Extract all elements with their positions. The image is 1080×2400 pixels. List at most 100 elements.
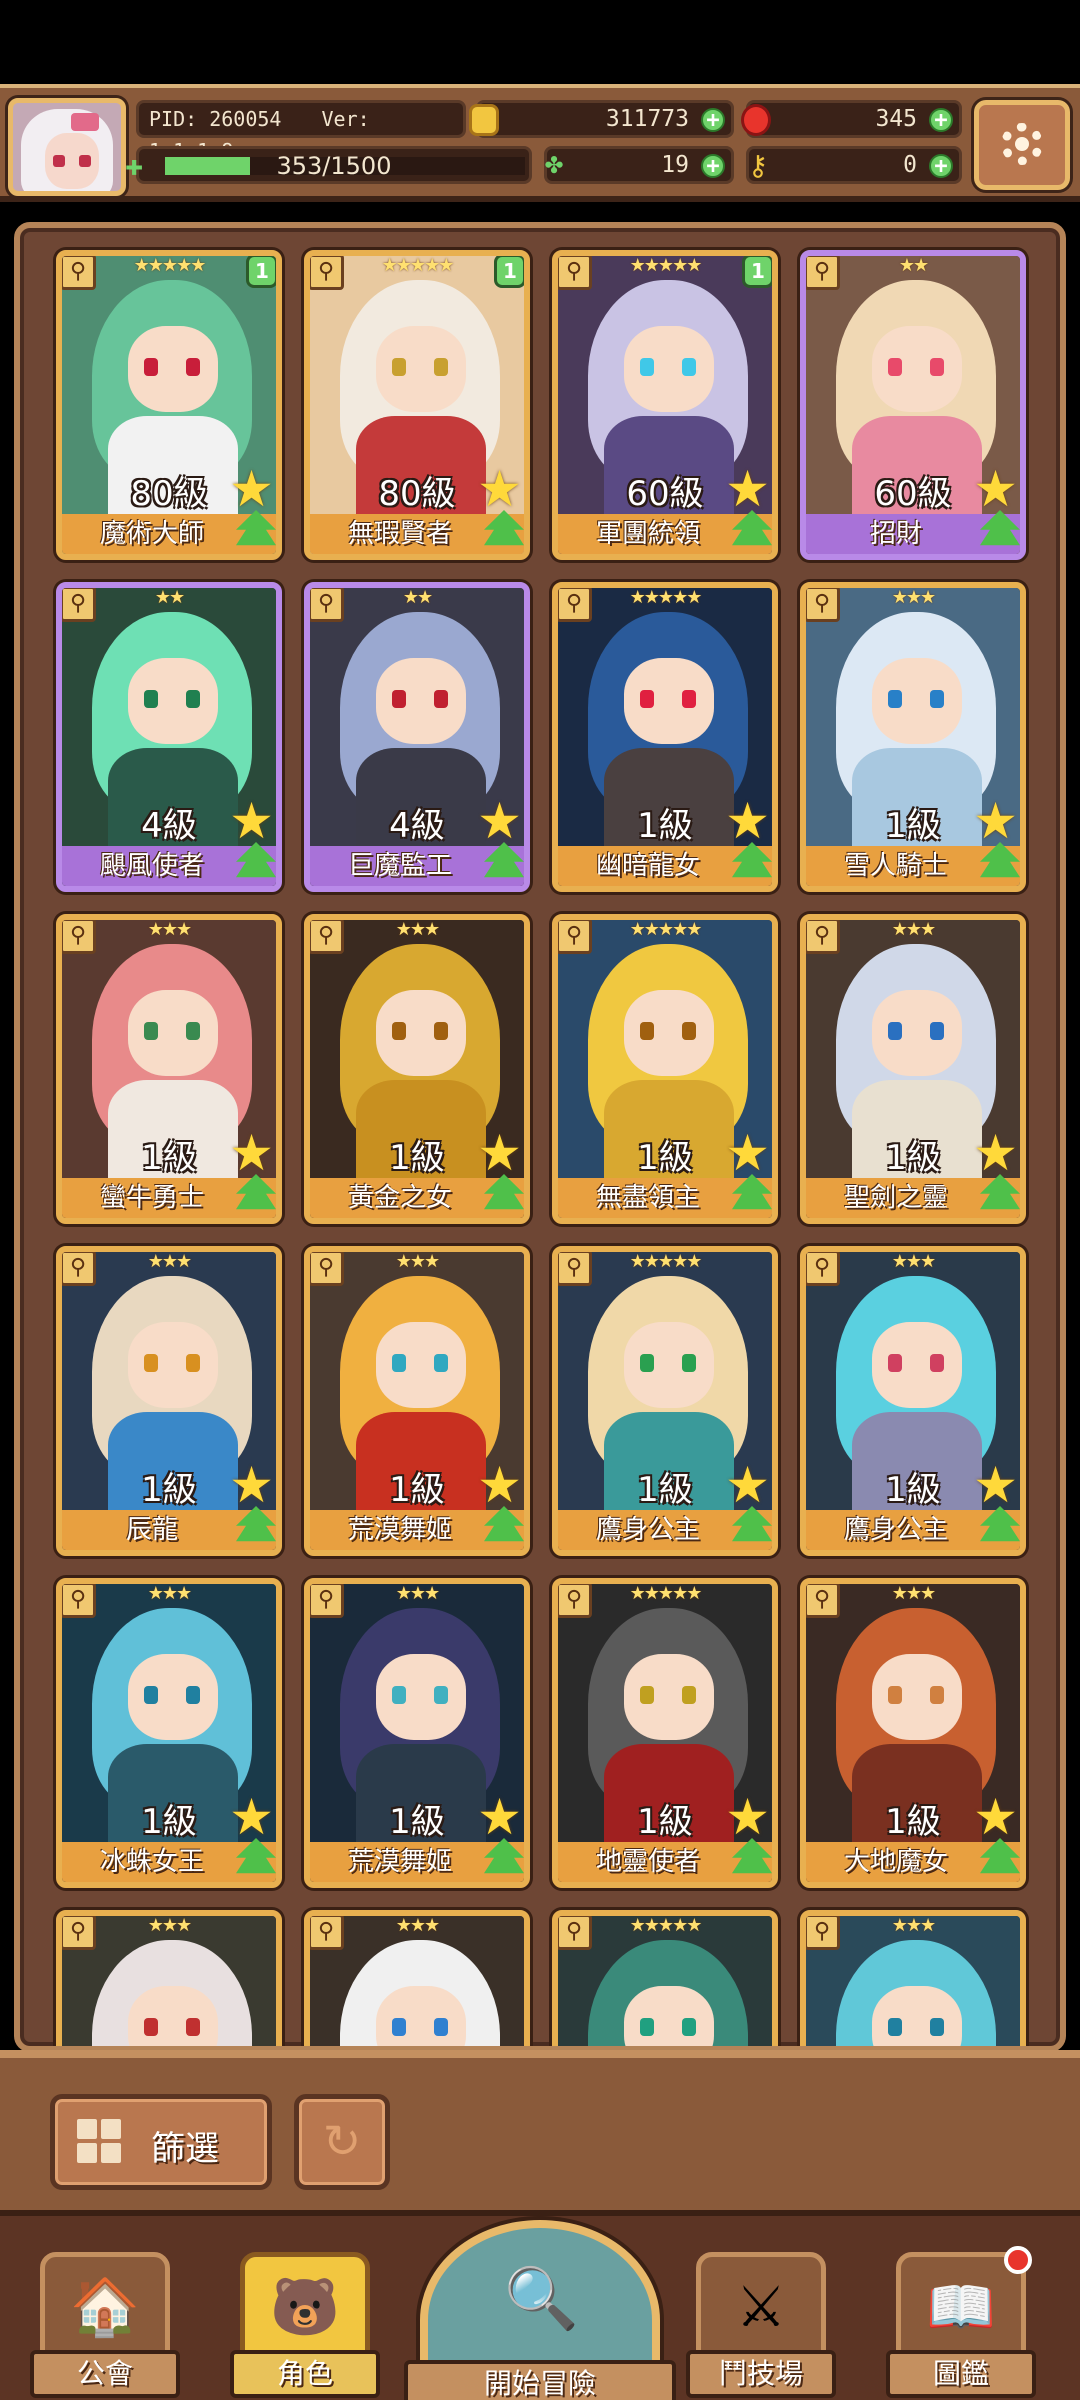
gold-counter: 311773 + — [469, 100, 734, 138]
class-type-icon: ⚲ — [806, 1916, 840, 1950]
character-card[interactable]: ★★★ ⚲ 1級 ★ 冰蛛女王 — [56, 1578, 282, 1888]
class-type-icon: ⚲ — [310, 256, 344, 290]
reset-filter-button[interactable]: ↻ — [294, 2094, 390, 2190]
class-type-icon: ⚲ — [62, 588, 96, 622]
key-amount: 0 — [903, 152, 917, 178]
character-card[interactable]: ★★ ⚲ 4級 ★ 巨魔監工 — [304, 582, 530, 892]
character-card[interactable]: ★★★ ⚲ — [56, 1910, 282, 2046]
nav-guild[interactable]: 🏠 公會 — [30, 2252, 180, 2400]
add-key-button[interactable]: + — [929, 154, 953, 178]
status-bar — [0, 0, 1080, 84]
character-card[interactable]: ★★★ ⚲ 1級 ★ 鷹身公主 — [800, 1246, 1026, 1556]
star-upgrade-icon: ★ — [725, 1124, 770, 1182]
settings-button[interactable] — [974, 100, 1070, 190]
character-card[interactable]: ★★★ ⚲ — [304, 1910, 530, 2046]
filter-label: 篩選 — [151, 2129, 219, 2169]
star-upgrade-icon: ★ — [477, 1124, 522, 1182]
character-card[interactable]: ★★ ⚲ 4級 ★ 颶風使者 — [56, 582, 282, 892]
star-upgrade-icon: ★ — [229, 460, 274, 518]
character-card[interactable]: ★★★ ⚲ 1級 ★ 荒漠舞姬 — [304, 1246, 530, 1556]
character-face-icon: 🐻 — [270, 2275, 340, 2340]
character-card[interactable]: ★★★ ⚲ 1級 ★ 黃金之女 — [304, 914, 530, 1224]
pid-version-pill: PID: 260054 Ver: 1.1.1.8 — [136, 100, 466, 163]
nav-arena[interactable]: ⚔ 鬥技場 — [686, 2252, 836, 2400]
clover-counter: ✤ 19 + — [544, 146, 734, 184]
add-gold-button[interactable]: + — [701, 108, 725, 132]
class-type-icon: ⚲ — [558, 1584, 592, 1618]
star-upgrade-icon: ★ — [725, 792, 770, 850]
upgrade-count-badge: 1 — [494, 256, 524, 288]
experience-text: 353/1500 — [276, 152, 392, 180]
character-card[interactable]: ★★★★★ ⚲ 1級 ★ 幽暗龍女 — [552, 582, 778, 892]
class-type-icon: ⚲ — [806, 1252, 840, 1286]
magnifier-icon: 🔍 — [504, 2264, 579, 2334]
character-card[interactable]: ★★★★★ ⚲ 1級 ★ 鷹身公主 — [552, 1246, 778, 1556]
ruby-gem-icon — [741, 104, 771, 136]
class-type-icon: ⚲ — [806, 588, 840, 622]
upgrade-count-badge: 1 — [246, 256, 276, 288]
nav-codex-label: 圖鑑 — [886, 2350, 1036, 2398]
star-upgrade-icon: ★ — [477, 1788, 522, 1846]
class-type-icon: ⚲ — [806, 1584, 840, 1618]
class-type-icon: ⚲ — [62, 1584, 96, 1618]
add-clover-button[interactable]: + — [701, 154, 725, 178]
class-type-icon: ⚲ — [62, 1916, 96, 1950]
class-type-icon: ⚲ — [310, 1252, 344, 1286]
book-icon: 📖 — [926, 2275, 996, 2340]
gold-coin-icon — [469, 104, 499, 136]
refresh-icon: ↻ — [322, 2114, 362, 2168]
class-type-icon: ⚲ — [558, 1916, 592, 1950]
class-type-icon: ⚲ — [806, 256, 840, 290]
star-upgrade-icon: ★ — [477, 460, 522, 518]
character-panel: ★★★★★ ⚲ 1 80級 ★ 魔術大師 ★★★★★ ⚲ 1 80級 ★ 無瑕賢者 ★★★★★ ⚲ 1 60級… — [14, 222, 1066, 2052]
player-id: PID: 260054 — [149, 107, 282, 131]
experience-bar: ✚ 353/1500 — [125, 146, 532, 184]
grid-icon — [77, 2119, 121, 2163]
key-counter: ⚷ 0 + — [746, 146, 962, 184]
player-avatar[interactable] — [8, 98, 126, 196]
crossed-swords-icon: ⚔ — [735, 2275, 787, 2340]
upgrade-count-badge: 1 — [742, 256, 772, 288]
character-card[interactable]: ★★★ ⚲ 1級 ★ 聖劍之靈 — [800, 914, 1026, 1224]
character-card[interactable]: ★★★ ⚲ — [800, 1910, 1026, 2046]
nav-character[interactable]: 🐻 角色 — [230, 2252, 380, 2400]
add-gem-button[interactable]: + — [929, 108, 953, 132]
gold-amount: 311773 — [605, 106, 689, 132]
character-card[interactable]: ★★★★★ ⚲ 1級 ★ 無盡領主 — [552, 914, 778, 1224]
nav-codex[interactable]: 📖 圖鑑 — [886, 2246, 1036, 2400]
nav-guild-label: 公會 — [30, 2350, 180, 2398]
nav-adventure-label: 開始冒險 — [404, 2360, 676, 2400]
star-upgrade-icon: ★ — [973, 792, 1018, 850]
class-type-icon: ⚲ — [558, 1252, 592, 1286]
character-card[interactable]: ★★ ⚲ 60級 ★ 招財 — [800, 250, 1026, 560]
filter-bar: 篩選 ↻ — [0, 2050, 1080, 2220]
star-upgrade-icon: ★ — [477, 792, 522, 850]
character-card[interactable]: ★★★★★ ⚲ 1 80級 ★ 魔術大師 — [56, 250, 282, 560]
character-card[interactable]: ★★★★★ ⚲ 1級 ★ 地靈使者 — [552, 1578, 778, 1888]
filter-button[interactable]: 篩選 — [50, 2094, 272, 2190]
character-card[interactable]: ★★★ ⚲ 1級 ★ 雪人騎士 — [800, 582, 1026, 892]
class-type-icon: ⚲ — [62, 920, 96, 954]
clover-icon: ✤ — [544, 146, 564, 181]
character-card[interactable]: ★★★ ⚲ 1級 ★ 荒漠舞姬 — [304, 1578, 530, 1888]
notification-dot — [1004, 2246, 1032, 2274]
gem-counter: 345 + — [741, 100, 962, 138]
key-icon: ⚷ — [747, 149, 769, 182]
character-card[interactable]: ★★★ ⚲ 1級 ★ 大地魔女 — [800, 1578, 1026, 1888]
class-type-icon: ⚲ — [558, 588, 592, 622]
star-upgrade-icon: ★ — [229, 1124, 274, 1182]
character-card[interactable]: ★★★★★ ⚲ — [552, 1910, 778, 2046]
character-card[interactable]: ★★★ ⚲ 1級 ★ 蠻牛勇士 — [56, 914, 282, 1224]
star-upgrade-icon: ★ — [973, 1456, 1018, 1514]
character-card[interactable]: ★★★★★ ⚲ 1 60級 ★ 軍團統領 — [552, 250, 778, 560]
class-type-icon: ⚲ — [558, 256, 592, 290]
character-card[interactable]: ★★★ ⚲ 1級 ★ 辰龍 — [56, 1246, 282, 1556]
star-upgrade-icon: ★ — [973, 1124, 1018, 1182]
class-type-icon: ⚲ — [558, 920, 592, 954]
nav-adventure[interactable]: 🔍 開始冒險 — [404, 2220, 676, 2400]
gem-amount: 345 — [875, 106, 917, 132]
gear-icon — [1001, 123, 1043, 165]
star-upgrade-icon: ★ — [725, 1788, 770, 1846]
character-card[interactable]: ★★★★★ ⚲ 1 80級 ★ 無瑕賢者 — [304, 250, 530, 560]
star-upgrade-icon: ★ — [229, 1456, 274, 1514]
